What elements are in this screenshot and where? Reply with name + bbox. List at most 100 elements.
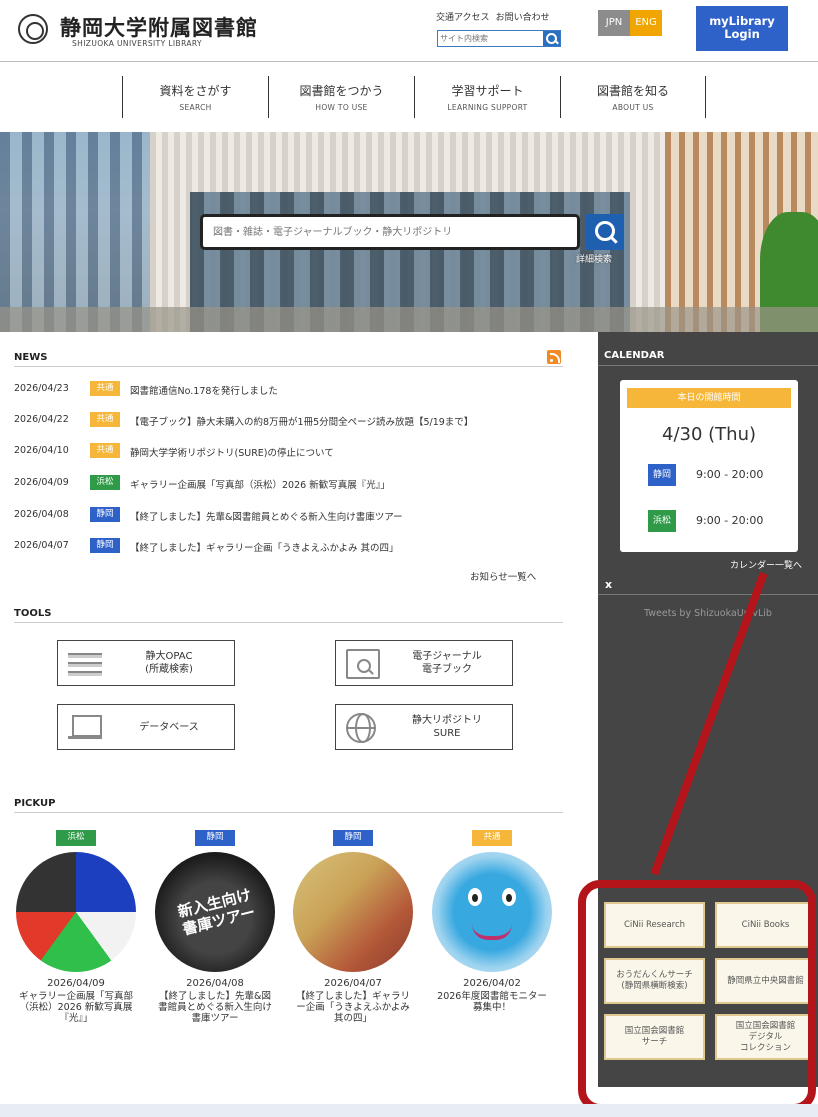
university-seal-icon[interactable] [18, 14, 48, 44]
link-shizuoka-prefectural-library[interactable]: 静岡県立中央図書館 [715, 958, 816, 1004]
tools-heading-text: TOOLS [14, 608, 52, 619]
opening-hours: 9:00 - 20:00 [696, 468, 764, 481]
nav-label-ja: 資料をさがす [159, 84, 232, 98]
news-date: 2026/04/22 [14, 414, 69, 425]
today-hours-label: 本日の開館時間 [627, 388, 791, 408]
campus-badge: 静岡 [333, 830, 373, 846]
nav-label-ja: 図書館をつかう [299, 84, 384, 98]
nav-about-us[interactable]: 図書館を知る ABOUT US [560, 76, 705, 118]
news-title[interactable]: 【終了しました】先輩&図書館員とめぐる新入生向け書庫ツアー [130, 509, 403, 523]
today-date: 4/30 (Thu) [662, 424, 756, 445]
news-more-link[interactable]: お知らせ一覧へ [470, 569, 536, 583]
pickup-image-text: 新入生向け 書庫ツアー [176, 885, 258, 939]
hours-row: 浜松 9:00 - 20:00 [648, 510, 788, 532]
utility-links: 交通アクセス お問い合わせ [436, 10, 556, 23]
link-ndl-search[interactable]: 国立国会図書館 サーチ [604, 1014, 705, 1060]
news-title[interactable]: ギャラリー企画展「写真部（浜松）2026 新歓写真展『光』」 [130, 477, 390, 491]
tool-label: 静大リポジトリ SURE [412, 715, 482, 739]
site-logo-en[interactable]: SHIZUOKA UNIVERSITY LIBRARY [72, 39, 202, 48]
tool-label: データベース [139, 721, 199, 733]
globe-icon [346, 713, 376, 743]
pickup-item[interactable]: 浜松 2026/04/09 ギャラリー企画展「写真部（浜松）2026 新歓写真展… [13, 830, 139, 1024]
pickup-date: 2026/04/09 [47, 978, 105, 989]
pickup-date: 2026/04/07 [324, 978, 382, 989]
tool-opac-button[interactable]: 静大OPAC (所蔵検索) [57, 640, 235, 686]
news-date: 2026/04/09 [14, 477, 69, 488]
tweets-link[interactable]: Tweets by ShizuokaUnivLib [598, 608, 818, 619]
pickup-item[interactable]: 共通 2026/04/02 2026年度図書館モニター募集中！ [429, 830, 555, 1013]
pickup-image[interactable] [432, 852, 552, 972]
news-title[interactable]: 図書館通信No.178を発行しました [130, 383, 278, 397]
site-logo-ja[interactable]: 静岡大学附属図書館 [60, 12, 258, 42]
tool-database-button[interactable]: データベース [57, 704, 235, 750]
calendar-card: 本日の開館時間 4/30 (Thu) 静岡 9:00 - 20:00 浜松 9:… [620, 380, 798, 552]
pickup-image[interactable] [293, 852, 413, 972]
pickup-title[interactable]: 【終了しました】先輩&図書館員とめぐる新入生向け書庫ツアー [152, 991, 278, 1024]
calendar-heading: CALENDAR [604, 350, 665, 361]
pickup-heading-text: PICKUP [14, 798, 56, 809]
hero-search-button[interactable] [586, 214, 624, 250]
hero-banner: 詳細検索 [0, 132, 818, 332]
campus-badge: 静岡 [90, 538, 120, 553]
nav-search[interactable]: 資料をさがす SEARCH [122, 76, 268, 118]
pickup-image[interactable] [16, 852, 136, 972]
link-cinii-research[interactable]: CiNii Research [604, 902, 705, 948]
tools-heading: TOOLS [14, 608, 563, 623]
close-icon[interactable]: x [605, 578, 612, 591]
access-link[interactable]: 交通アクセス [436, 13, 490, 23]
campus-badge: 静岡 [90, 507, 120, 522]
campus-badge: 静岡 [648, 464, 676, 486]
nav-label-en: HOW TO USE [315, 103, 368, 112]
divider [598, 594, 818, 595]
campus-badge: 静岡 [195, 830, 235, 846]
campus-badge: 浜松 [648, 510, 676, 532]
nav-how-to-use[interactable]: 図書館をつかう HOW TO USE [268, 76, 414, 118]
pickup-image[interactable]: 新入生向け 書庫ツアー [155, 852, 275, 972]
pickup-title[interactable]: 【終了しました】ギャラリー企画「うきよえふかよみ 其の四」 [290, 991, 416, 1024]
pickup-title[interactable]: 2026年度図書館モニター募集中！ [429, 991, 555, 1013]
news-heading: NEWS [14, 350, 563, 367]
nav-learning-support[interactable]: 学習サポート LEARNING SUPPORT [414, 76, 560, 118]
campus-badge: 共通 [90, 443, 120, 458]
campus-badge: 共通 [472, 830, 512, 846]
nav-label-en: ABOUT US [612, 103, 654, 112]
footer-strip [0, 1104, 818, 1117]
mascot-eye [502, 888, 516, 906]
lang-eng-button[interactable]: ENG [630, 10, 662, 36]
pickup-item[interactable]: 静岡 新入生向け 書庫ツアー 2026/04/08 【終了しました】先輩&図書館… [152, 830, 278, 1024]
book-stack-icon [68, 649, 102, 679]
mylibrary-login-button[interactable]: myLibrary Login [696, 6, 788, 51]
link-ndl-digital-collection[interactable]: 国立国会図書館 デジタル コレクション [715, 1014, 816, 1060]
pickup-item[interactable]: 静岡 2026/04/07 【終了しました】ギャラリー企画「うきよえふかよみ 其… [290, 830, 416, 1024]
lang-jpn-button[interactable]: JPN [598, 10, 630, 36]
hero-search-box [200, 214, 580, 250]
site-search-button[interactable] [543, 31, 560, 46]
link-cinii-books[interactable]: CiNii Books [715, 902, 816, 948]
nav-label-en: SEARCH [179, 103, 212, 112]
news-date: 2026/04/08 [14, 509, 69, 520]
pickup-date: 2026/04/08 [186, 978, 244, 989]
divider [598, 365, 818, 366]
detail-search-link[interactable]: 詳細検索 [576, 252, 612, 265]
pickup-title[interactable]: ギャラリー企画展「写真部（浜松）2026 新歓写真展『光』」 [13, 991, 139, 1024]
pickup-heading: PICKUP [14, 798, 563, 813]
tool-label: 静大OPAC (所蔵検索) [145, 651, 193, 675]
rss-icon[interactable] [547, 350, 561, 364]
hero-building-left [0, 132, 170, 332]
link-oudankun-search[interactable]: おうだんくんサーチ (静岡県横断検索) [604, 958, 705, 1004]
opening-hours: 9:00 - 20:00 [696, 514, 764, 527]
tool-repository-button[interactable]: 静大リポジトリ SURE [335, 704, 513, 750]
tool-ejournal-button[interactable]: 電子ジャーナル 電子ブック [335, 640, 513, 686]
contact-link[interactable]: お問い合わせ [496, 13, 550, 23]
news-title[interactable]: 【終了しました】ギャラリー企画「うきよえふかよみ 其の四」 [130, 540, 399, 554]
laptop-icon [68, 713, 102, 743]
news-title[interactable]: 静岡大学学術リポジトリ(SURE)の停止について [130, 445, 334, 459]
campus-badge: 浜松 [56, 830, 96, 846]
campus-badge: 共通 [90, 381, 120, 396]
news-title[interactable]: 【電子ブック】静大未購入の約8万冊が1冊5分間全ページ読み放題【5/19まで】 [130, 414, 473, 428]
hero-search-input[interactable] [213, 223, 563, 241]
calendar-more-link[interactable]: カレンダー一覧へ [730, 558, 802, 571]
site-search-input[interactable] [440, 32, 540, 45]
sidebar: CALENDAR 本日の開館時間 4/30 (Thu) 静岡 9:00 - 20… [598, 332, 818, 1087]
nav-divider [705, 76, 706, 118]
